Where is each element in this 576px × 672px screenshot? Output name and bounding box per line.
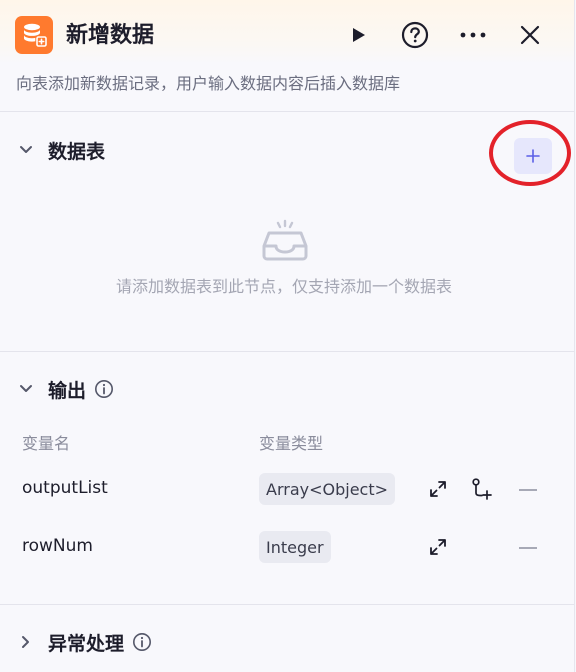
output-var-type: Array<Object> xyxy=(259,473,396,505)
info-icon[interactable] xyxy=(94,379,114,399)
output-var-name: outputList xyxy=(22,478,108,498)
chevron-down-icon xyxy=(16,379,36,399)
divider xyxy=(0,351,574,352)
expand-button[interactable] xyxy=(426,535,450,559)
database-add-icon xyxy=(15,16,53,54)
more-button[interactable] xyxy=(458,20,488,50)
divider xyxy=(0,604,574,605)
output-var-name: rowNum xyxy=(22,536,93,556)
question-circle-icon xyxy=(401,21,429,49)
node-title: 新增数据 xyxy=(66,23,155,48)
info-icon[interactable] xyxy=(132,632,152,652)
output-section-header[interactable]: 输出 xyxy=(16,374,114,404)
remove-row-button[interactable] xyxy=(519,547,537,549)
help-button[interactable] xyxy=(400,20,430,50)
add-child-icon xyxy=(472,478,492,500)
empty-state-text: 请添加数据表到此节点，仅支持添加一个数据表 xyxy=(115,277,452,296)
inbox-icon xyxy=(262,218,308,266)
expand-button[interactable] xyxy=(426,477,450,501)
output-var-type: Integer xyxy=(259,531,331,563)
exception-section-header[interactable]: 异常处理 xyxy=(16,627,152,657)
highlight-circle-annotation xyxy=(489,120,571,186)
chevron-right-icon xyxy=(16,632,36,652)
expand-icon xyxy=(430,539,446,555)
table-section-title: 数据表 xyxy=(48,140,106,163)
divider xyxy=(0,111,574,112)
play-icon xyxy=(353,28,365,42)
close-icon xyxy=(520,25,540,45)
run-button[interactable] xyxy=(343,20,373,50)
table-section-header[interactable]: 数据表 xyxy=(16,135,105,165)
remove-row-button[interactable] xyxy=(519,489,537,491)
column-header-name: 变量名 xyxy=(22,434,71,453)
node-description: 向表添加新数据记录，用户输入数据内容后插入数据库 xyxy=(16,74,401,93)
close-button[interactable] xyxy=(515,20,545,50)
node-config-panel: 新增数据 向表添加新数据记录，用户输入数据内容后插入数据库 数据表 请添加数据表… xyxy=(0,0,575,672)
exception-section-title: 异常处理 xyxy=(48,632,125,655)
expand-icon xyxy=(430,481,446,497)
add-child-button[interactable] xyxy=(470,477,494,501)
output-section-title: 输出 xyxy=(48,379,87,402)
column-header-type: 变量类型 xyxy=(259,434,324,453)
chevron-down-icon xyxy=(16,140,36,160)
ellipsis-icon xyxy=(460,32,486,38)
